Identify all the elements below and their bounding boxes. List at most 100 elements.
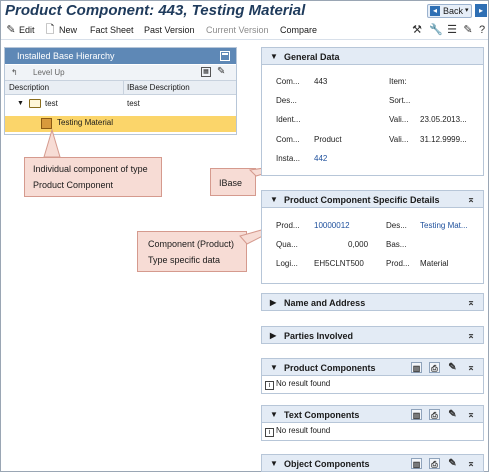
wrench-icon[interactable]: 🔧	[429, 24, 443, 36]
section-text-components[interactable]: ▼ Text Components ▥ ⎙ ✎ ⌅	[261, 405, 484, 423]
section-title: General Data	[284, 52, 340, 62]
expand-triangle-icon[interactable]: ▼	[270, 363, 278, 372]
row-description: test	[45, 99, 58, 108]
level-up-icon: ↰	[11, 68, 18, 77]
wand-icon[interactable]: ⚒	[411, 24, 423, 36]
no-result-text: No result found	[276, 426, 331, 435]
current-version-button: Current Version	[206, 25, 269, 35]
field-label: Vali...	[389, 115, 409, 124]
field-label: Qua...	[276, 240, 298, 249]
column-ibase-description[interactable]: IBase Description	[127, 83, 190, 92]
pencil-icon[interactable]: ✎	[447, 362, 458, 373]
section-name-address[interactable]: ▶ Name and Address ⌅	[261, 293, 484, 311]
column-description[interactable]: Description	[9, 83, 49, 92]
past-version-button[interactable]: Past Version	[144, 25, 195, 35]
table-row[interactable]: ▼ test test	[5, 98, 236, 114]
field-label: Com...	[276, 77, 300, 86]
installed-base-hierarchy-panel: Installed Base Hierarchy ↰ Level Up ▦ ✎ …	[4, 47, 237, 135]
print-icon[interactable]: ⎙	[429, 458, 440, 469]
field-label: Insta...	[276, 154, 301, 163]
new-button[interactable]: New	[59, 25, 77, 35]
field-value: 0,000	[348, 240, 369, 249]
section-title: Parties Involved	[284, 331, 354, 341]
forward-button[interactable]: ▸	[475, 4, 487, 17]
field-value: 443	[314, 77, 328, 86]
collapse-icon[interactable]: ⌅	[465, 194, 477, 205]
section-title: Name and Address	[284, 298, 366, 308]
help-icon[interactable]: ?	[476, 24, 488, 36]
list-icon[interactable]: ☰	[446, 24, 458, 36]
field-label: Prod...	[276, 221, 300, 230]
field-label: Vali...	[389, 135, 409, 144]
field-label: Bas...	[386, 240, 407, 249]
pencil-icon[interactable]: ✎	[447, 458, 458, 469]
no-result-message: i No result found	[265, 426, 330, 437]
collapse-icon[interactable]: ⌅	[465, 297, 477, 308]
back-button[interactable]: ◂ Back ▾	[427, 4, 472, 18]
field-label: Des...	[276, 96, 297, 105]
collapse-icon[interactable]: ⌅	[465, 330, 477, 341]
expand-triangle-icon[interactable]: ▼	[270, 195, 278, 204]
hierarchy-panel-header: Installed Base Hierarchy	[5, 48, 236, 64]
table-settings-icon[interactable]: ▥	[411, 458, 422, 469]
no-result-message: i No result found	[265, 379, 330, 390]
collapse-icon[interactable]: ⌅	[465, 458, 477, 469]
callout-ibase-text: IBase	[219, 178, 243, 188]
hierarchy-toolbar: ↰ Level Up ▦ ✎	[5, 65, 236, 81]
section-general-data[interactable]: ▼ General Data	[261, 47, 484, 65]
fact-sheet-button[interactable]: Fact Sheet	[90, 25, 134, 35]
pencil-icon[interactable]: ✎	[217, 66, 225, 77]
field-value: 31.12.9999...	[420, 135, 467, 144]
page-title: Product Component: 443, Testing Material	[5, 2, 306, 19]
print-icon[interactable]: ⎙	[429, 362, 440, 373]
section-title: Product Components	[284, 363, 376, 373]
table-row-selected[interactable]: Testing Material	[5, 116, 236, 132]
table-settings-icon[interactable]: ▥	[411, 409, 422, 420]
field-label: Prod...	[386, 259, 410, 268]
product-specific-body: Prod... 10000012 Des... Testing Mat... Q…	[261, 208, 484, 284]
section-parties-involved[interactable]: ▶ Parties Involved ⌅	[261, 326, 484, 344]
field-label: Sort...	[389, 96, 411, 105]
section-object-components[interactable]: ▼ Object Components ▥ ⎙ ✎ ⌅	[261, 454, 484, 472]
chevron-down-icon[interactable]: ▾	[465, 6, 469, 14]
product-components-body: i No result found	[261, 376, 484, 394]
level-up-button[interactable]: Level Up	[33, 68, 65, 77]
callout-type-specific-text: Component (Product) Type specific data	[148, 239, 235, 265]
column-divider	[123, 81, 124, 95]
material-box-icon	[41, 118, 52, 129]
expand-triangle-icon[interactable]: ▼	[17, 100, 24, 107]
toolbar: ✎ Edit 🗋 New Fact Sheet Past Version Cur…	[1, 22, 488, 40]
expand-triangle-icon[interactable]: ▼	[270, 52, 278, 61]
compare-button[interactable]: Compare	[280, 25, 317, 35]
pencil-icon[interactable]: ✎	[447, 409, 458, 420]
section-product-specific[interactable]: ▼ Product Component Specific Details ⌅	[261, 190, 484, 208]
folder-icon	[29, 99, 41, 108]
general-data-body: Com... 443 Item: Des... Sort... Ident...…	[261, 65, 484, 176]
section-title: Product Component Specific Details	[284, 195, 440, 205]
table-icon[interactable]: ▦	[201, 67, 211, 77]
row-ibase-description: test	[127, 99, 140, 108]
expand-triangle-icon[interactable]: ▼	[270, 459, 278, 468]
field-label: Com...	[276, 135, 300, 144]
field-value: Product	[314, 135, 342, 144]
callout-component-text: Individual component of type Product Com…	[33, 164, 148, 190]
collapsed-triangle-icon[interactable]: ▶	[270, 298, 276, 307]
product-link[interactable]: 10000012	[314, 221, 350, 230]
table-settings-icon[interactable]: ▥	[411, 362, 422, 373]
new-document-icon: 🗋	[45, 24, 55, 36]
collapse-icon[interactable]: ⌅	[465, 362, 477, 373]
print-icon[interactable]: ⎙	[429, 409, 440, 420]
pencil-icon[interactable]: ✎	[462, 24, 474, 36]
minimize-icon[interactable]	[220, 51, 230, 61]
title-bar: Product Component: 443, Testing Material…	[1, 1, 488, 21]
description-link[interactable]: Testing Mat...	[420, 221, 468, 230]
collapsed-triangle-icon[interactable]: ▶	[270, 331, 276, 340]
expand-triangle-icon[interactable]: ▼	[270, 410, 278, 419]
row-description: Testing Material	[57, 118, 114, 127]
callout-type-specific: Component (Product) Type specific data	[137, 231, 247, 272]
edit-button[interactable]: Edit	[19, 25, 35, 35]
section-product-components[interactable]: ▼ Product Components ▥ ⎙ ✎ ⌅	[261, 358, 484, 376]
back-label: Back	[443, 6, 464, 16]
collapse-icon[interactable]: ⌅	[465, 409, 477, 420]
ibase-link[interactable]: 442	[314, 154, 327, 163]
